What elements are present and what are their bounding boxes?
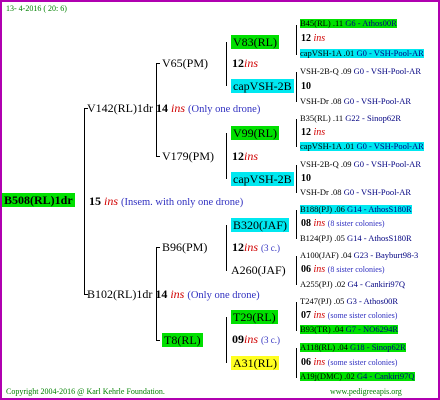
g4-8-b[interactable]: A19j(DMC) .02 G4 - Cankiri97Q <box>300 372 415 381</box>
queen-g1b[interactable]: B102(RL)1dr 14 ins (Only one drone) <box>87 288 260 302</box>
g4-1-ins: 12 ins <box>301 33 326 44</box>
pedigree-frame: 13- 4-2016 ( 20: 6) B508(RL)1dr 15 ins (… <box>0 0 440 400</box>
connector <box>156 63 160 64</box>
g4-1-b[interactable]: capVSH-1A .01 G0 - VSH-Pool-AR <box>300 49 424 58</box>
g4-4-a[interactable]: VSH-2B-Q .09 G0 - VSH-Pool-AR <box>300 160 421 169</box>
queen-g3-8[interactable]: A31(RL) <box>231 356 279 370</box>
connector <box>156 156 160 157</box>
g4-3-ins: 12 ins <box>301 127 326 138</box>
g4-7-a[interactable]: T247(PJ) .05 G3 - Athos00R <box>300 297 398 306</box>
g4-5-b[interactable]: B124(PJ) .05 G14 - AthosS180R <box>300 234 412 243</box>
g2a-ins: 12ins <box>232 56 259 70</box>
queen-g2a[interactable]: V65(PM) <box>162 57 208 69</box>
g4-8-a[interactable]: A118(RL) .04 G18 - Sinop62R <box>300 343 406 352</box>
connector <box>226 42 227 86</box>
g4-5-ins: 08 ins (8 sister colonies) <box>301 218 385 229</box>
root-note: (Insem. with only one drone) <box>121 197 244 208</box>
connector <box>156 340 160 341</box>
queen-g3-5[interactable]: B320(JAF) <box>231 218 290 232</box>
g4-3-b[interactable]: capVSH-1A .01 G0 - VSH-Pool-AR <box>300 142 424 151</box>
g4-6-b[interactable]: A255(PJ) .02 G4 - Cankiri97Q <box>300 280 405 289</box>
root-queen[interactable]: B508(RL)1dr <box>2 193 75 207</box>
connector <box>296 348 297 378</box>
queen-g3-4[interactable]: capVSH-2B <box>231 172 294 186</box>
g2b-ins: 12ins <box>232 149 259 163</box>
g4-6-ins: 06 ins (8 sister colonies) <box>301 264 385 275</box>
footer-copyright: Copyright 2004-2016 @ Karl Kehrle Founda… <box>6 387 165 396</box>
connector <box>296 165 297 193</box>
g4-2-ins: 10 <box>301 81 311 92</box>
root-number: 15 <box>89 194 101 208</box>
g4-2-a[interactable]: VSH-2B-Q .09 G0 - VSH-Pool-AR <box>300 67 421 76</box>
queen-g3-7[interactable]: T29(RL) <box>231 310 278 324</box>
connector <box>156 247 160 248</box>
g2c-ins: 12ins (3 c.) <box>232 240 281 254</box>
queen-g2d[interactable]: T8(RL) <box>162 333 203 347</box>
g4-5-a[interactable]: B188(PJ) .06 G14 - AthosS180R <box>300 205 412 214</box>
g2d-ins: 09ins (3 c.) <box>232 332 281 346</box>
queen-g2b[interactable]: V179(PM) <box>162 150 214 162</box>
queen-g3-2[interactable]: capVSH-2B <box>231 79 294 93</box>
connector <box>296 302 297 331</box>
g4-7-b[interactable]: B93(TR) .04 G7 - NO6294R <box>300 325 398 334</box>
g4-6-a[interactable]: A100(JAF) .04 G23 - Bayburt98-3 <box>300 251 418 260</box>
footer-link[interactable]: www.pedigreeapis.org <box>330 388 402 396</box>
queen-g3-6[interactable]: A260(JAF) <box>231 264 286 276</box>
queen-g1a[interactable]: V142(RL)1dr 14 ins (Only one drone) <box>87 102 260 116</box>
g4-1-a[interactable]: B45(RL) .11 G6 - Athos00R <box>300 19 397 28</box>
connector <box>296 119 297 147</box>
connector <box>296 72 297 102</box>
queen-g2c[interactable]: B96(PM) <box>162 241 207 253</box>
root-ins: ins <box>104 194 119 208</box>
g4-2-b[interactable]: VSH-Dr .08 G0 - VSH-Pool-AR <box>300 97 411 106</box>
connector <box>226 225 227 271</box>
connector <box>296 256 297 285</box>
g4-7-ins: 07 ins (some sister colonies) <box>301 310 398 321</box>
connector <box>226 317 227 363</box>
root-insemination: 15 ins (Insem. with only one drone) <box>89 195 243 209</box>
connector-root <box>84 108 85 294</box>
connector <box>296 25 297 55</box>
g4-4-ins: 10 <box>301 173 311 184</box>
queen-g3-1[interactable]: V83(RL) <box>231 35 279 49</box>
g4-8-ins: 06 ins (some sister colonies) <box>301 357 398 368</box>
g4-4-b[interactable]: VSH-Dr .08 G0 - VSH-Pool-AR <box>300 188 411 197</box>
queen-g3-3[interactable]: V99(RL) <box>231 126 279 140</box>
timestamp-header: 13- 4-2016 ( 20: 6) <box>6 4 67 13</box>
g4-3-a[interactable]: B35(RL) .11 G22 - Sinop62R <box>300 114 401 123</box>
connector <box>296 210 297 239</box>
connector <box>226 133 227 179</box>
